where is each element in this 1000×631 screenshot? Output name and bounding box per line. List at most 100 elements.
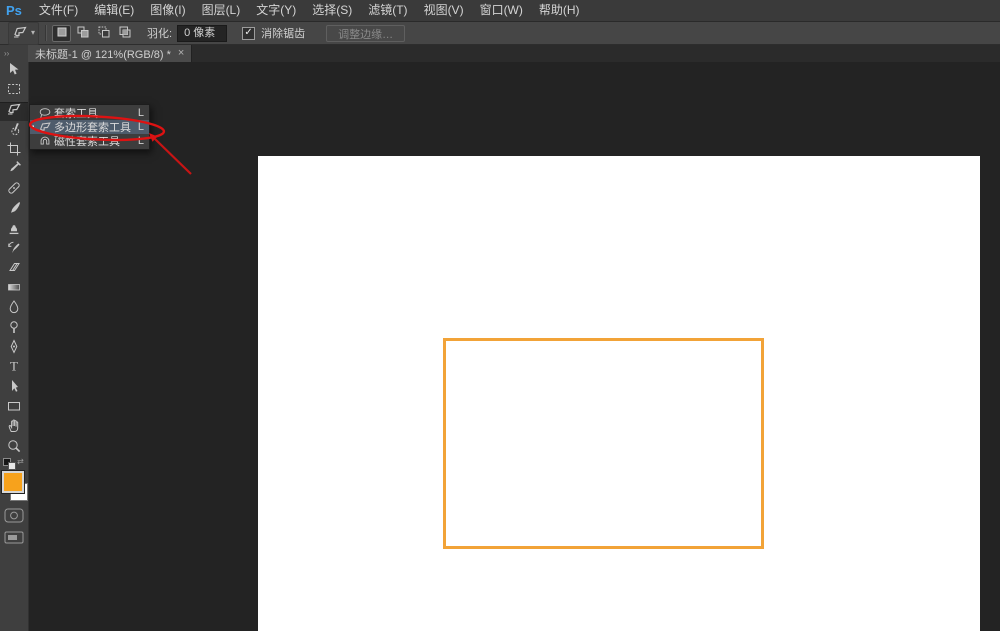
svg-text:T: T: [10, 359, 18, 374]
clone-stamp-tool[interactable]: [0, 220, 28, 240]
history-brush-icon: [6, 240, 22, 261]
polygonal-lasso-icon: [12, 24, 28, 43]
blur-tool[interactable]: [0, 300, 28, 320]
options-bar: ▾ 羽化: 0 像素 ✓ 消除锯齿 调整边缘…: [0, 21, 1000, 45]
default-colors-icon[interactable]: [3, 458, 16, 470]
antialias-label: 消除锯齿: [261, 28, 306, 40]
pen-icon: [6, 338, 22, 360]
menu-item-2[interactable]: 图像(I): [142, 0, 193, 21]
spot-healing-tool[interactable]: [0, 181, 28, 201]
photoshop-window: Ps 文件(F) 编辑(E) 图像(I) 图层(L) 文字(Y) 选择(S) 滤镜(T) 视图…: [0, 0, 1000, 631]
eraser-tool[interactable]: [0, 260, 28, 280]
flyout-item-shortcut: L: [137, 121, 144, 133]
document-tab-bar: ›› 未标题-1 @ 121%(RGB/8) * ×: [0, 45, 1000, 62]
clone-stamp-icon: [6, 220, 22, 241]
feather-input[interactable]: 0 像素: [177, 24, 228, 42]
annotation-arrow-head: [149, 133, 158, 142]
menu-item-9[interactable]: 帮助(H): [531, 0, 588, 21]
add-to-selection-button[interactable]: [73, 25, 92, 42]
path-selection-tool[interactable]: [0, 379, 28, 399]
swap-colors-icon[interactable]: ⇄: [17, 458, 24, 466]
menu-item-6[interactable]: 滤镜(T): [360, 0, 415, 21]
intersect-selection-icon: [117, 24, 133, 43]
tool-preset-dropdown[interactable]: ▾: [8, 21, 40, 45]
type-icon: T: [6, 358, 22, 379]
flyout-items: ▪套索工具L▪多边形套索工具L▪磁性套索工具L: [30, 106, 149, 148]
tool-list: T: [0, 62, 28, 458]
flyout-item-magnetic-lasso[interactable]: ▪磁性套索工具L: [30, 134, 149, 148]
subtract-from-selection-button[interactable]: [94, 25, 113, 42]
foreground-color-swatch[interactable]: [2, 471, 24, 493]
shape-icon: [6, 398, 22, 419]
options-separator: [45, 25, 47, 41]
path-selection-icon: [6, 378, 22, 399]
crop-icon: [6, 141, 22, 162]
menu-item-1[interactable]: 编辑(E): [86, 0, 142, 21]
type-tool[interactable]: T: [0, 359, 28, 379]
history-brush-tool[interactable]: [0, 240, 28, 260]
move-icon: [6, 61, 22, 82]
flyout-item-polygonal-lasso[interactable]: ▪ 多边形套索工具 L: [30, 120, 149, 134]
subtract-from-selection-icon: [96, 24, 112, 43]
intersect-selection-button[interactable]: [115, 25, 134, 42]
tools-panel-collapse[interactable]: ››: [0, 45, 28, 62]
crop-tool[interactable]: [0, 141, 28, 161]
gradient-tool[interactable]: [0, 280, 28, 300]
eraser-icon: [6, 259, 22, 280]
pen-tool[interactable]: [0, 338, 28, 360]
rect-marquee-tool[interactable]: [0, 82, 28, 102]
spot-healing-icon: [6, 180, 22, 201]
tools-panel: T ⇄: [0, 62, 29, 631]
polygonal-lasso-icon: [6, 101, 22, 122]
annotation-arrow-shaft: [154, 138, 192, 175]
ps-logo: Ps: [6, 3, 22, 18]
polygon-selection-rectangle: [443, 338, 764, 549]
hand-tool[interactable]: [0, 418, 28, 438]
menu-item-8[interactable]: 窗口(W): [472, 0, 531, 21]
document-tab[interactable]: 未标题-1 @ 121%(RGB/8) * ×: [28, 45, 193, 62]
flyout-item-lasso[interactable]: ▪套索工具L: [30, 106, 149, 120]
screen-mode-button[interactable]: [4, 530, 24, 550]
lasso-flyout-menu: ▪套索工具L▪多边形套索工具L▪磁性套索工具L: [29, 104, 150, 150]
selection-mode-buttons: [52, 24, 134, 43]
polygonal-lasso-tool[interactable]: [0, 101, 28, 122]
chevron-down-icon: ▾: [31, 28, 36, 37]
shape-tool[interactable]: [0, 399, 28, 419]
gradient-icon: [6, 279, 22, 300]
antialias-checkbox[interactable]: ✓: [242, 26, 256, 40]
blur-icon: [6, 299, 22, 320]
menu-item-3[interactable]: 图层(L): [194, 0, 249, 21]
quick-mask-button[interactable]: [4, 508, 24, 528]
check-icon: ✓: [244, 26, 253, 38]
eyedropper-icon: [6, 160, 22, 181]
move-tool[interactable]: [0, 62, 28, 82]
menu-item-4[interactable]: 文字(Y): [248, 0, 304, 21]
rect-marquee-icon: [6, 81, 22, 102]
double-chevron-icon: ››: [4, 49, 10, 58]
quick-selection-icon: [6, 121, 22, 142]
polygonal-lasso-icon: [38, 120, 54, 134]
document-tab-title: 未标题-1 @ 121%(RGB/8) *: [35, 48, 171, 61]
feather-label: 羽化:: [147, 28, 173, 40]
new-selection-icon: [54, 24, 70, 43]
quick-selection-tool[interactable]: [0, 121, 28, 141]
dodge-icon: [6, 319, 22, 340]
menu-item-7[interactable]: 视图(V): [416, 0, 472, 21]
zoom-icon: [6, 438, 22, 459]
tab-close-icon[interactable]: ×: [178, 48, 184, 59]
menu-items: 文件(F) 编辑(E) 图像(I) 图层(L) 文字(Y) 选择(S) 滤镜(T) 视图(V)…: [31, 0, 588, 21]
refine-edge-button[interactable]: 调整边缘…: [326, 24, 406, 42]
document-canvas[interactable]: [258, 156, 980, 631]
brush-tool[interactable]: [0, 201, 28, 221]
lasso-icon: [38, 106, 54, 120]
new-selection-button[interactable]: [52, 24, 72, 43]
eyedropper-tool[interactable]: [0, 161, 28, 181]
dodge-tool[interactable]: [0, 319, 28, 339]
flyout-item-shortcut: L: [137, 135, 144, 147]
menu-item-5[interactable]: 选择(S): [304, 0, 360, 21]
menu-item-0[interactable]: 文件(F): [31, 0, 86, 21]
zoom-tool[interactable]: [0, 438, 28, 458]
flyout-item-label: 磁性套索工具: [54, 136, 120, 148]
magnetic-lasso-icon: [38, 134, 54, 148]
menu-bar: Ps 文件(F) 编辑(E) 图像(I) 图层(L) 文字(Y) 选择(S) 滤镜(T) 视图…: [0, 0, 1000, 22]
